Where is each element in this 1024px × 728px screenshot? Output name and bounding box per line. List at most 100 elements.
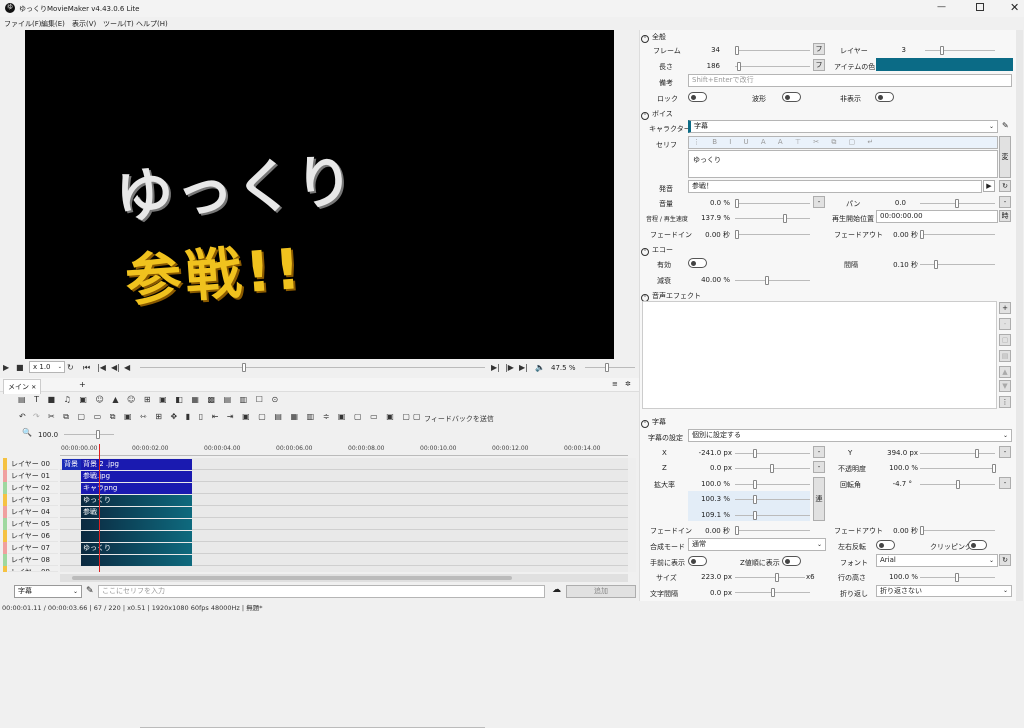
zoom-value[interactable]: 100.0 % [690, 480, 730, 488]
spacing-value[interactable]: 0.0 px [690, 589, 732, 597]
font-refresh-button[interactable]: ↻ [999, 554, 1011, 566]
preview-area[interactable]: ゆっくり 参戦!! [25, 30, 614, 359]
feedback-icon[interactable]: ▢ [413, 412, 424, 421]
zoom-y-value[interactable]: 109.1 % [690, 511, 730, 519]
voice-icon[interactable]: ☁ [552, 585, 561, 595]
hatsuon-play-button[interactable]: ▶ [983, 180, 995, 192]
echo-interval-slider[interactable] [920, 260, 995, 269]
voice-fadein-slider[interactable] [735, 230, 810, 239]
character-edit-icon[interactable]: ✎ [86, 586, 94, 596]
layer-label[interactable]: レイヤー 08 [8, 554, 58, 566]
start-input[interactable]: 00:00:00.00 [876, 210, 998, 223]
zoom-x-value[interactable]: 100.3 % [690, 495, 730, 503]
clip-chara[interactable]: キャラpng [81, 483, 192, 494]
lock-toggle[interactable] [688, 92, 707, 102]
clip-sansen-img[interactable]: 参戦.jpg [81, 471, 192, 482]
voice-fadein-value[interactable]: 0.00 秒 [690, 230, 730, 240]
opacity-value[interactable]: 100.0 % [880, 464, 918, 472]
section-voice[interactable]: ⌃ ボイス [641, 109, 673, 120]
sub-fadeout-slider[interactable] [920, 526, 995, 535]
voice-character-select[interactable]: 字幕 ⌄ [688, 120, 998, 133]
next-icon[interactable]: ▶| [491, 362, 500, 373]
clip-yukkuri[interactable]: ゆっくり [81, 495, 192, 506]
seek-thumb[interactable] [242, 363, 246, 372]
pan-slider[interactable] [920, 199, 995, 208]
sfx-down-button[interactable]: ▼ [999, 380, 1011, 392]
sfx-up-button[interactable]: ▲ [999, 366, 1011, 378]
volume-reset[interactable]: - [813, 196, 825, 208]
serif-textarea[interactable]: ゆっくり [688, 150, 998, 178]
volume-slider[interactable] [735, 199, 810, 208]
timeline-zoom-slider[interactable] [64, 430, 114, 439]
prev-start-icon[interactable]: |◀ [97, 362, 106, 373]
tab-gear-icon[interactable]: ✲ [625, 380, 631, 388]
line-height-value[interactable]: 100.0 % [880, 573, 918, 581]
x-reset[interactable]: - [813, 446, 825, 458]
clip-layer5[interactable] [81, 519, 192, 530]
zoom-prop-slider[interactable] [735, 480, 810, 489]
loop-icon[interactable]: ↻ [67, 362, 74, 373]
opacity-slider[interactable] [920, 464, 996, 473]
layer-label[interactable]: レイヤー 03 [8, 494, 58, 506]
tab-add[interactable]: + [79, 380, 86, 389]
timeline-hscroll[interactable] [60, 574, 628, 582]
layer-label[interactable]: レイヤー 01 [8, 470, 58, 482]
subtitle-setting-select[interactable]: 個別に設定する ⌄ [688, 429, 1012, 442]
size-value[interactable]: 223.0 px [690, 573, 732, 581]
end-icon[interactable]: ▶| [519, 362, 528, 373]
feedback-link[interactable]: フィードバックを送信 [424, 414, 494, 424]
toolbar-1-icons[interactable]: ▤ T ■ ♫ ▣ ☺ ▲ ☺ ⊞ ▣ ◧ ▦ ▩ ▤ ▥ ☐ ⊙ [18, 395, 281, 404]
section-general[interactable]: ⌃ 全般 [641, 32, 666, 43]
hatsuon-refresh-button[interactable]: ↻ [999, 180, 1011, 192]
sfx-remove-button[interactable]: - [999, 318, 1011, 330]
speed-select[interactable]: x 1.0 ⌄ [29, 361, 65, 373]
sfx-more-button[interactable]: ⋮ [999, 396, 1011, 408]
clip-layer8[interactable] [81, 555, 192, 566]
henkan-button[interactable]: 変 [999, 136, 1011, 178]
echo-enabled-toggle[interactable] [688, 258, 707, 268]
volume-value[interactable]: 0.0 % [690, 199, 730, 207]
wave-toggle[interactable] [782, 92, 801, 102]
layer-label[interactable]: レイヤー 09 [8, 566, 58, 572]
menu-file[interactable]: ファイル(F) [4, 19, 42, 29]
maximize-icon[interactable] [976, 3, 984, 11]
spacing-slider[interactable] [735, 588, 810, 597]
z-value[interactable]: 0.0 px [690, 464, 732, 472]
rotation-slider[interactable] [920, 480, 995, 489]
section-subtitle[interactable]: ⌃ 字幕 [641, 417, 666, 428]
frame-slider[interactable] [735, 46, 810, 55]
sub-fadeout-value[interactable]: 0.00 秒 [880, 526, 918, 536]
wrap-select[interactable]: 折り返さない ⌄ [876, 585, 1012, 597]
next-frame-icon[interactable]: |▶ [505, 362, 514, 373]
layer-label[interactable]: レイヤー 04 [8, 506, 58, 518]
font-select[interactable]: Arial ⌄ [876, 554, 998, 567]
front-toggle[interactable] [688, 556, 707, 566]
clip-bg2[interactable]: 背景 2 .jpg [81, 459, 192, 470]
close-icon[interactable]: ✕ [1010, 1, 1019, 14]
y-slider[interactable] [920, 449, 995, 458]
item-color-swatch[interactable] [876, 58, 1013, 71]
echo-decay-slider[interactable] [735, 276, 810, 285]
clip-layer6[interactable] [81, 531, 192, 542]
layer-label[interactable]: レイヤー 06 [8, 530, 58, 542]
layer-value[interactable]: 3 [880, 46, 906, 54]
zoom-link-button[interactable]: 連 [813, 477, 825, 521]
minimize-icon[interactable]: — [937, 2, 946, 12]
rotation-value[interactable]: -4.7 ° [880, 480, 912, 488]
add-button[interactable]: 追加 [566, 585, 636, 598]
layer-label[interactable]: レイヤー 07 [8, 542, 58, 554]
z-slider[interactable] [735, 464, 810, 473]
z-reset[interactable]: - [813, 461, 825, 473]
zoom-x-slider[interactable] [735, 495, 810, 504]
sfx-copy-button[interactable]: ▢ [999, 334, 1011, 346]
start-time-button[interactable]: 時 [999, 210, 1011, 222]
frame-value[interactable]: 34 [690, 46, 720, 54]
sfx-list[interactable] [642, 301, 997, 409]
section-echo[interactable]: ⌃ エコー [641, 245, 673, 256]
zoom-slider[interactable] [585, 363, 635, 372]
zoom-y-slider[interactable] [735, 511, 810, 520]
line-height-slider[interactable] [920, 573, 995, 582]
x-slider[interactable] [735, 449, 810, 458]
pan-value[interactable]: 0.0 [880, 199, 906, 207]
y-value[interactable]: 394.0 px [880, 449, 918, 457]
